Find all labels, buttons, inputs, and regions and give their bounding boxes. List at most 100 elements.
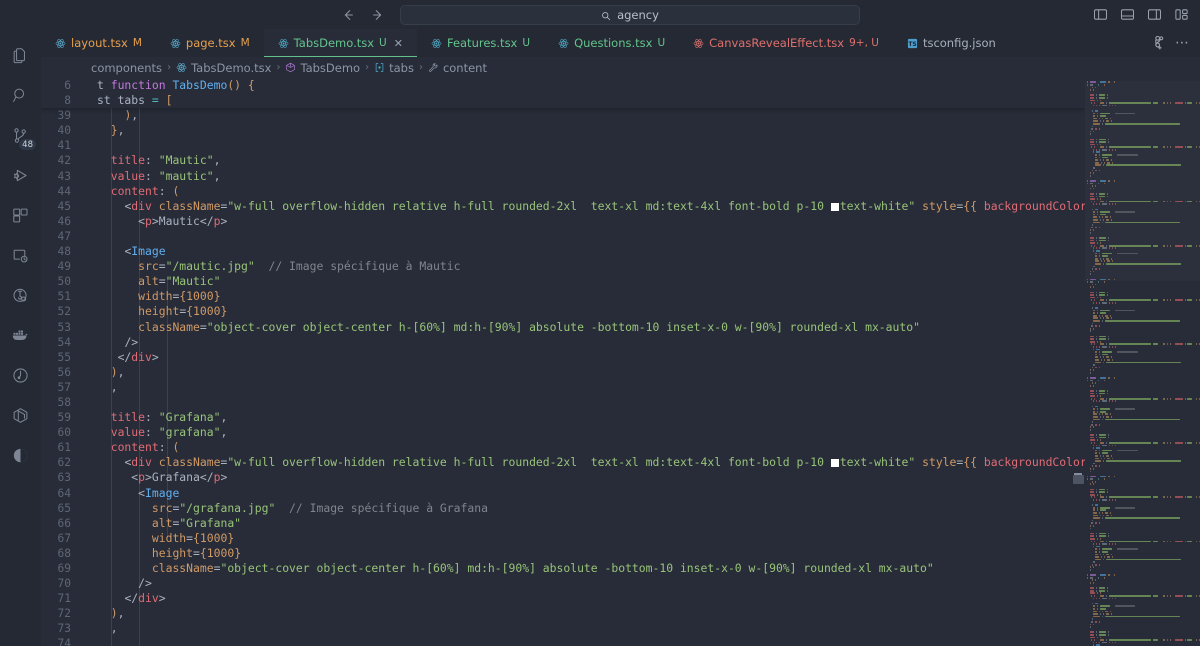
activity-item-extension-pie[interactable]	[0, 437, 41, 477]
breadcrumb-item-tabsdemo[interactable]: TabsDemo	[285, 61, 360, 75]
minimap-token	[1101, 444, 1107, 447]
editor-tab-tsconfig-json[interactable]: TS tsconfig.json	[893, 29, 1010, 57]
minimap-token	[1090, 138, 1095, 141]
code-token: width	[151, 530, 187, 545]
scrollbar-thumb[interactable]	[1073, 475, 1084, 484]
code-token: }	[110, 123, 118, 138]
minimap-token	[1187, 299, 1192, 302]
breadcrumb-separator: ›	[418, 62, 423, 73]
minimap-token	[1187, 595, 1192, 597]
activity-item-container-tools[interactable]	[0, 397, 41, 437]
minimap-token	[1099, 146, 1104, 148]
go-forward-icon[interactable]	[370, 7, 386, 23]
breadcrumb-item-tabs[interactable]: tabs	[374, 61, 414, 75]
minimap-token	[1090, 592, 1096, 595]
code-token: div	[131, 198, 152, 213]
minimap-token	[1105, 496, 1107, 499]
minimap-token	[1108, 180, 1110, 182]
line-number: 56	[57, 365, 71, 379]
minimap-token	[1091, 109, 1093, 112]
color-swatch-icon	[830, 202, 839, 211]
close-icon[interactable]: ✕	[394, 37, 403, 50]
code-token: >	[151, 213, 159, 228]
minimap-token	[1187, 146, 1192, 148]
minimap-token	[1108, 397, 1152, 400]
minimap-token	[1101, 148, 1107, 151]
search-icon	[601, 10, 611, 20]
code-token: st	[97, 93, 118, 108]
customize-layout-icon[interactable]	[1170, 5, 1192, 25]
minimap-token	[1102, 120, 1104, 123]
editor-tab-canvasrevealeffect-tsx[interactable]: CanvasRevealEffect.tsx 9+, U	[679, 29, 893, 57]
minimap-token	[1106, 589, 1108, 592]
minimap-token	[1175, 540, 1183, 543]
minimap-token	[1099, 317, 1101, 320]
minimap-token	[1105, 218, 1109, 221]
editor-tab-questions-tsx[interactable]: Questions.tsx U	[544, 29, 679, 57]
minimap-token	[1108, 574, 1110, 576]
activity-item-extensions[interactable]	[0, 197, 41, 237]
minimap-token	[1091, 185, 1093, 187]
navigation-arrows	[340, 7, 386, 23]
code-area[interactable]: 6t function TabsDemo() {8st tabs = [ 39 …	[41, 78, 1085, 646]
code-line: 57 ,	[41, 380, 1085, 395]
split-editor-icon[interactable]	[1150, 35, 1165, 51]
code-token: Grafana	[151, 470, 200, 485]
minimap-token	[1101, 247, 1107, 250]
minimap-token	[1110, 317, 1112, 320]
editor-tab-page-tsx[interactable]: page.tsx M	[156, 29, 264, 57]
toggle-panel-icon[interactable]	[1116, 5, 1138, 25]
command-search-bar[interactable]: agency	[400, 4, 860, 25]
activity-item-search[interactable]	[0, 77, 41, 117]
minimap-token	[1098, 576, 1100, 579]
breadcrumb-item-content[interactable]: content	[428, 61, 487, 75]
minimap-token	[1106, 361, 1182, 364]
more-actions-icon[interactable]: ⋯	[1175, 36, 1189, 50]
editor-tab-layout-tsx[interactable]: layout.tsx M	[41, 29, 156, 57]
minimap-token	[1184, 102, 1186, 104]
code-token: {	[247, 78, 255, 92]
minimap-token	[1106, 192, 1108, 195]
minimap-token	[1101, 346, 1107, 348]
activity-item-run-and-debug[interactable]	[0, 157, 41, 197]
minimap-token	[1106, 460, 1182, 462]
code-token: "w-full overflow-hidden relative h-full …	[227, 198, 831, 213]
code-token: ,	[220, 410, 228, 425]
code-line-content: st tabs = [	[83, 93, 1085, 108]
minimap-token	[1094, 109, 1099, 112]
activity-item-remote-explorer[interactable]	[0, 237, 41, 277]
minimap-token	[1104, 512, 1108, 514]
editor-tab-tabsdemo-tsx[interactable]: TabsDemo.tsx U ✕	[263, 29, 418, 57]
activity-item-source-control[interactable]: 48	[0, 117, 41, 157]
activity-item-testing[interactable]	[0, 277, 41, 317]
editor-vertical-scrollbar[interactable]	[1072, 78, 1085, 646]
activity-item-timeline[interactable]	[0, 357, 41, 397]
go-back-icon[interactable]	[340, 7, 356, 23]
minimap[interactable]	[1085, 78, 1200, 646]
code-token: "Grafana"	[158, 410, 221, 425]
minimap-token	[1093, 639, 1096, 641]
minimap-token	[1099, 589, 1105, 592]
editor-tab-label: TabsDemo.tsx	[293, 36, 375, 50]
code-line-content: value: "mautic",	[83, 169, 1085, 184]
editor-tab-features-tsx[interactable]: Features.tsx U	[417, 29, 544, 57]
minimap-token	[1101, 550, 1109, 553]
breadcrumb-item-tabsdemo-tsx[interactable]: TabsDemo.tsx	[176, 61, 271, 75]
toggle-primary-sidebar-icon[interactable]	[1089, 5, 1111, 25]
minimap-token	[1093, 122, 1100, 125]
minimap-token	[1102, 301, 1107, 304]
react-icon	[558, 38, 569, 49]
breadcrumb-item-components[interactable]: components	[91, 61, 162, 75]
code-line: 65 src="/grafana.jpg" // Image spécifiqu…	[41, 501, 1085, 516]
minimap-token	[1107, 631, 1109, 634]
activity-item-explorer[interactable]	[0, 37, 41, 77]
activity-item-docker[interactable]	[0, 317, 41, 357]
minimap-token	[1096, 192, 1098, 195]
line-number: 70	[57, 577, 71, 591]
symbol-array-icon	[374, 62, 385, 73]
minimap-token	[1167, 639, 1169, 641]
minimap-token	[1094, 579, 1096, 582]
toggle-secondary-sidebar-icon[interactable]	[1143, 5, 1165, 25]
